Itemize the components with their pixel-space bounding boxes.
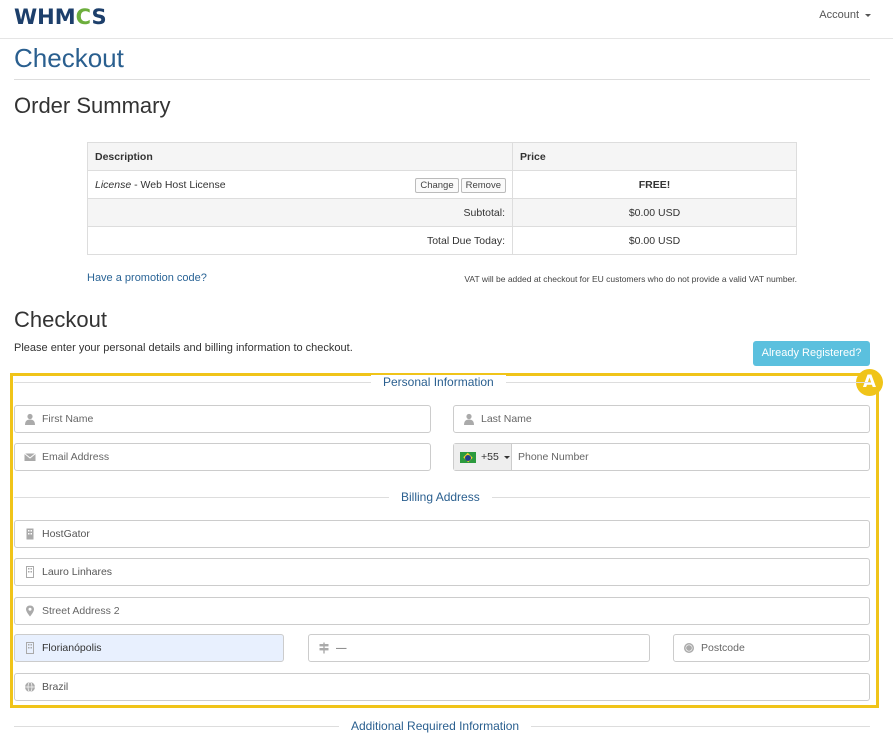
signpost-icon — [319, 642, 329, 654]
certificate-icon — [684, 643, 694, 653]
item-name-italic: License — [95, 178, 132, 191]
remove-button[interactable]: Remove — [460, 178, 506, 193]
order-summary-table: Description Price License - Web Host Lic… — [87, 142, 797, 255]
chevron-down-icon — [504, 456, 510, 459]
chevron-down-icon — [865, 13, 871, 17]
page-title: Checkout — [14, 43, 124, 73]
first-name-field[interactable]: First Name — [14, 405, 431, 433]
user-icon — [25, 413, 35, 425]
country-field[interactable]: Brazil — [14, 673, 870, 701]
phone-placeholder: Phone Number — [518, 451, 589, 463]
first-name-placeholder: First Name — [42, 413, 94, 425]
account-menu[interactable]: Account — [819, 9, 871, 21]
checkout-heading: Checkout — [14, 307, 107, 332]
email-field[interactable]: Email Address — [14, 443, 431, 471]
postcode-field[interactable]: Postcode — [673, 634, 870, 662]
promotion-code-link[interactable]: Have a promotion code? — [87, 272, 207, 284]
state-value: — — [336, 642, 347, 654]
billing-address-label: Billing Address — [389, 490, 492, 504]
item-price: FREE! — [512, 170, 797, 199]
table-header-row: Description Price — [87, 142, 797, 171]
address2-field[interactable]: Street Address 2 — [14, 597, 870, 625]
country-code-dropdown[interactable]: +55 — [454, 444, 512, 470]
item-name: - Web Host License — [131, 178, 226, 191]
logo-text: WHM — [14, 5, 76, 29]
map-marker-icon — [26, 605, 34, 617]
total-row: Total Due Today: $0.00 USD — [87, 226, 797, 255]
city-field[interactable]: Florianópolis — [14, 634, 284, 662]
country-code: +55 — [481, 451, 499, 463]
building-icon — [26, 528, 34, 540]
address1-field[interactable]: Lauro Linhares — [14, 558, 870, 586]
phone-field[interactable]: +55 Phone Number — [453, 443, 870, 471]
subtotal-label: Subtotal: — [87, 198, 513, 227]
email-placeholder: Email Address — [42, 451, 110, 463]
account-label: Account — [819, 9, 859, 21]
country-value: Brazil — [42, 681, 69, 693]
globe-icon — [25, 681, 35, 693]
company-value: HostGator — [42, 528, 90, 540]
already-registered-button[interactable]: Already Registered? — [753, 341, 870, 366]
vat-note: VAT will be added at checkout for EU cus… — [464, 274, 797, 284]
user-icon — [464, 413, 474, 425]
building-icon — [26, 566, 34, 578]
column-header-description: Description — [87, 142, 513, 171]
order-summary-heading: Order Summary — [14, 93, 171, 118]
state-field[interactable]: — — [308, 634, 650, 662]
subtotal-value: $0.00 USD — [512, 198, 797, 227]
top-navbar: WHMCS Account — [0, 0, 893, 39]
change-button[interactable]: Change — [415, 178, 459, 193]
logo-gear: C — [75, 5, 92, 29]
total-value: $0.00 USD — [512, 226, 797, 255]
last-name-placeholder: Last Name — [481, 413, 532, 425]
building-icon — [26, 642, 34, 654]
address2-placeholder: Street Address 2 — [42, 605, 120, 617]
personal-info-label: Personal Information — [371, 375, 506, 389]
title-divider — [14, 79, 870, 80]
envelope-icon — [24, 453, 36, 461]
postcode-placeholder: Postcode — [701, 642, 745, 654]
company-field[interactable]: HostGator — [14, 520, 870, 548]
total-label: Total Due Today: — [87, 226, 513, 255]
logo-text-end: S — [91, 5, 107, 29]
table-row: License - Web Host License Change Remove … — [87, 170, 797, 199]
subtotal-row: Subtotal: $0.00 USD — [87, 198, 797, 227]
column-header-price: Price — [512, 142, 797, 171]
item-description: License - Web Host License Change Remove — [87, 170, 513, 199]
address1-value: Lauro Linhares — [42, 566, 113, 578]
city-value: Florianópolis — [42, 642, 102, 654]
whmcs-logo[interactable]: WHMCS — [14, 5, 107, 29]
additional-info-label: Additional Required Information — [339, 719, 532, 733]
checkout-intro: Please enter your personal details and b… — [14, 342, 353, 354]
brazil-flag-icon — [460, 452, 476, 463]
last-name-field[interactable]: Last Name — [453, 405, 870, 433]
